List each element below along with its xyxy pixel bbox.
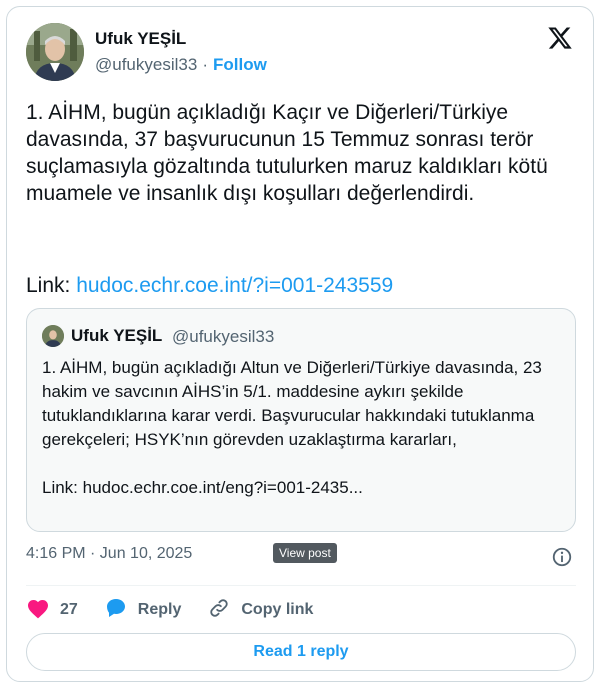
quote-author-handle: @ufukyesil33 bbox=[172, 327, 275, 346]
x-logo-icon[interactable] bbox=[547, 25, 573, 51]
reply-bubble-icon bbox=[104, 597, 138, 624]
reply-button[interactable]: Reply bbox=[104, 597, 182, 624]
author-handle-row: @ufukyesil33 · Follow bbox=[95, 55, 267, 75]
copy-link-label: Copy link bbox=[241, 601, 314, 618]
tweet-card: Ufuk YEŞİL @ufukyesil33 · Follow 1. AİHM, … bbox=[6, 6, 594, 682]
view-post-tooltip: View post bbox=[273, 543, 337, 563]
copy-link-button[interactable]: Copy link bbox=[207, 597, 313, 624]
quote-text: 1. AİHM, bugün açıkladığı Altun ve Diğer… bbox=[42, 358, 542, 497]
author-handle[interactable]: @ufukyesil33 bbox=[95, 55, 197, 74]
heart-icon bbox=[26, 597, 60, 624]
link-icon bbox=[207, 597, 241, 624]
tweet-link[interactable]: hudoc.echr.coe.int/?i=001-243559 bbox=[76, 274, 393, 297]
like-count: 27 bbox=[60, 601, 78, 618]
quoted-tweet[interactable]: Ufuk YEŞİL @ufukyesil33 1. AİHM, bugün a… bbox=[26, 308, 576, 532]
divider bbox=[26, 585, 576, 586]
quote-author-name: Ufuk YEŞİL bbox=[71, 326, 163, 345]
separator-dot: · bbox=[202, 55, 208, 74]
reply-label: Reply bbox=[137, 601, 182, 618]
tweet-link-line: Link: hudoc.echr.coe.int/?i=001-243559 bbox=[26, 272, 393, 299]
author-name[interactable]: Ufuk YEŞİL bbox=[95, 29, 186, 49]
quote-avatar bbox=[42, 325, 64, 347]
follow-button[interactable]: Follow bbox=[213, 55, 267, 74]
tweet-text: 1. AİHM, bugün açıkladığı Kaçır ve Diğer… bbox=[26, 101, 554, 205]
link-prefix: Link: bbox=[26, 274, 77, 297]
info-icon[interactable] bbox=[551, 546, 573, 568]
action-bar: 27 Reply Copy link bbox=[26, 595, 339, 625]
like-button[interactable]: 27 bbox=[26, 597, 78, 624]
author-avatar[interactable] bbox=[26, 23, 84, 81]
read-reply-button[interactable]: Read 1 reply bbox=[26, 633, 576, 671]
tweet-timestamp[interactable]: 4:16 PM · Jun 10, 2025 bbox=[26, 545, 192, 563]
